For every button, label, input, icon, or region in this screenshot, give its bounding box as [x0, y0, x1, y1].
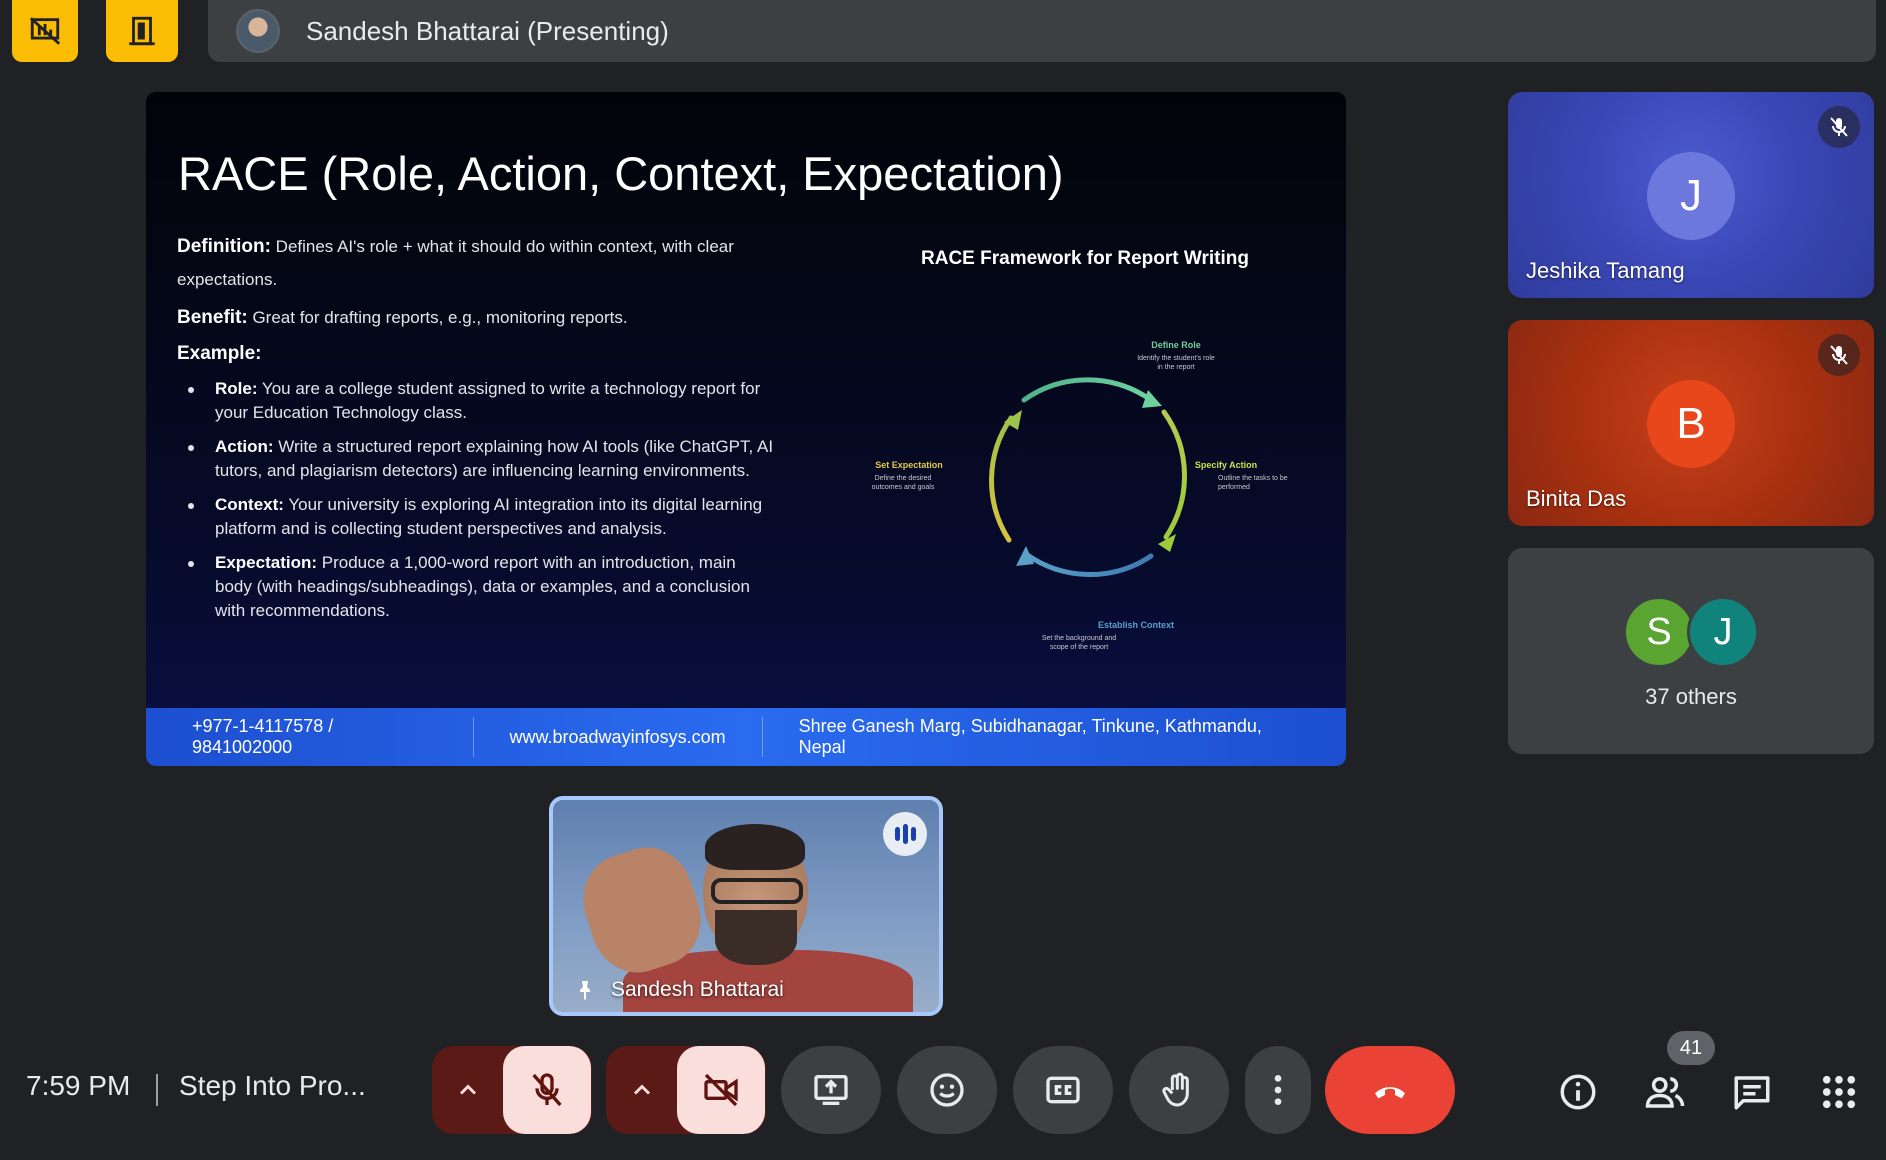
cycle-arrow-bottom [1023, 551, 1154, 577]
avatar: J [1687, 596, 1759, 668]
others-tile[interactable]: S J 37 others [1508, 548, 1874, 754]
footer-website: www.broadwayinfosys.com [474, 717, 763, 757]
reactions-button[interactable] [897, 1046, 997, 1134]
divider [156, 1074, 158, 1106]
mic-off-icon [1830, 117, 1848, 137]
mic-off-badge [1818, 106, 1860, 148]
chat-button[interactable] [1726, 1066, 1778, 1118]
pin-icon[interactable] [573, 978, 597, 1002]
mic-off-icon [532, 1073, 562, 1107]
presentation-off-button[interactable] [12, 0, 78, 62]
avatar: J [1647, 152, 1735, 240]
list-item: Role: You are a college student assigned… [177, 377, 777, 425]
more-vert-icon [1274, 1075, 1282, 1105]
chevron-up-icon [633, 1084, 651, 1095]
apps-grid-icon [1822, 1075, 1856, 1109]
avatar: S [1623, 596, 1695, 668]
bullet-label: Role: [215, 379, 258, 398]
meeting-details-button[interactable] [1552, 1066, 1604, 1118]
leave-room-button[interactable] [106, 0, 178, 62]
bullet-text: Your university is exploring AI integrat… [215, 495, 763, 538]
avatar [236, 9, 280, 53]
slide-footer: +977-1-4117578 / 9841002000 www.broadway… [146, 708, 1346, 766]
leave-call-button[interactable] [1325, 1046, 1455, 1134]
presenter-bar: Sandesh Bhattarai (Presenting) [208, 0, 1876, 62]
bullet-label: Expectation: [215, 553, 318, 572]
video-person-beard [715, 910, 797, 965]
cycle-arrow-right [1161, 409, 1187, 540]
example-label: Example: [177, 343, 262, 364]
bullet-text: Write a structured report explaining how… [215, 437, 774, 480]
bullet-text: You are a college student assigned to wr… [215, 379, 761, 422]
framework-set-expectation: Set Expectation [875, 460, 943, 470]
framework-establish-context: Establish Context [1097, 620, 1174, 630]
framework-title: RACE Framework for Report Writing [921, 248, 1249, 269]
videocam-off-icon [704, 1073, 738, 1107]
raise-hand-icon [1162, 1072, 1189, 1107]
slide-title: RACE (Role, Action, Context, Expectation… [178, 147, 1064, 200]
definition-label: Definition: [177, 236, 271, 257]
captions-icon [1046, 1076, 1080, 1104]
camera-toggle-button[interactable] [677, 1046, 765, 1134]
video-options-button[interactable] [607, 1046, 677, 1134]
people-icon [1645, 1077, 1685, 1108]
clock: 7:59 PM [26, 1070, 131, 1101]
participant-name: Jeshika Tamang [1526, 258, 1685, 283]
video-person-glasses [711, 878, 803, 904]
people-button[interactable] [1639, 1066, 1691, 1118]
footer-address: Shree Ganesh Marg, Subidhanagar, Tinkune… [798, 716, 1262, 757]
slide-benefit: Benefit: Great for drafting reports, e.g… [177, 306, 628, 330]
cycle-arrow-top [1021, 377, 1151, 403]
list-item: Action: Write a structured report explai… [177, 435, 777, 483]
door-exit-icon [129, 16, 155, 46]
slide-definition: Definition: Defines AI's role + what it … [177, 230, 767, 296]
framework-define-role-desc: Identify the student's role in the repor… [1137, 355, 1215, 371]
info-icon [1560, 1074, 1596, 1110]
example-list: Role: You are a college student assigned… [177, 377, 777, 633]
framework-specify-action-desc: Outline the tasks to be performed [1218, 475, 1288, 491]
present-screen-icon [814, 1075, 848, 1105]
call-end-icon [1375, 1087, 1405, 1099]
bullet-label: Action: [215, 437, 274, 456]
present-now-button[interactable] [781, 1046, 881, 1134]
mic-control-group [432, 1046, 592, 1134]
mic-toggle-button[interactable] [503, 1046, 591, 1134]
activities-button[interactable] [1813, 1066, 1865, 1118]
avatar: B [1647, 380, 1735, 468]
more-options-button[interactable] [1245, 1046, 1311, 1134]
list-item: Expectation: Produce a 1,000-word report… [177, 551, 777, 623]
meeting-title: Step Into Pro... [179, 1070, 366, 1101]
video-person-hair [705, 824, 805, 870]
framework-specify-action: Specify Action [1194, 460, 1258, 470]
chevron-up-icon [459, 1084, 477, 1095]
mic-off-icon [1830, 345, 1848, 365]
chat-icon [1734, 1076, 1770, 1110]
others-count-label: 37 others [1645, 684, 1737, 709]
participant-tile-binita[interactable]: B Binita Das [1508, 320, 1874, 526]
participant-tile-jeshika[interactable]: J Jeshika Tamang [1508, 92, 1874, 298]
shared-screen[interactable]: RACE (Role, Action, Context, Expectation… [146, 92, 1346, 766]
framework-define-role: Define Role [1151, 340, 1201, 350]
presenter-name: Sandesh Bhattarai (Presenting) [306, 15, 669, 46]
speaking-indicator [883, 812, 927, 856]
self-video-tile[interactable]: Sandesh Bhattarai [549, 796, 943, 1016]
camera-control-group [606, 1046, 766, 1134]
presentation-off-icon [29, 17, 61, 45]
list-item: Context: Your university is exploring AI… [177, 493, 777, 541]
mic-off-badge [1818, 334, 1860, 376]
captions-button[interactable] [1013, 1046, 1113, 1134]
framework-establish-context-desc: Set the background and scope of the repo… [1041, 635, 1117, 651]
people-count-badge: 41 [1667, 1031, 1715, 1065]
benefit-label: Benefit: [177, 307, 248, 328]
participant-name: Binita Das [1526, 486, 1627, 511]
raise-hand-button[interactable] [1129, 1046, 1229, 1134]
framework-set-expectation-desc: Define the desired outcomes and goals [871, 475, 935, 491]
self-name: Sandesh Bhattarai [611, 978, 784, 1001]
benefit-text: Great for drafting reports, e.g., monito… [247, 308, 628, 327]
cycle-arrow-left [989, 415, 1014, 543]
emoji-icon [930, 1073, 964, 1107]
bullet-label: Context: [215, 495, 284, 514]
audio-options-button[interactable] [433, 1046, 503, 1134]
footer-phone: +977-1-4117578 / 9841002000 [146, 716, 474, 757]
